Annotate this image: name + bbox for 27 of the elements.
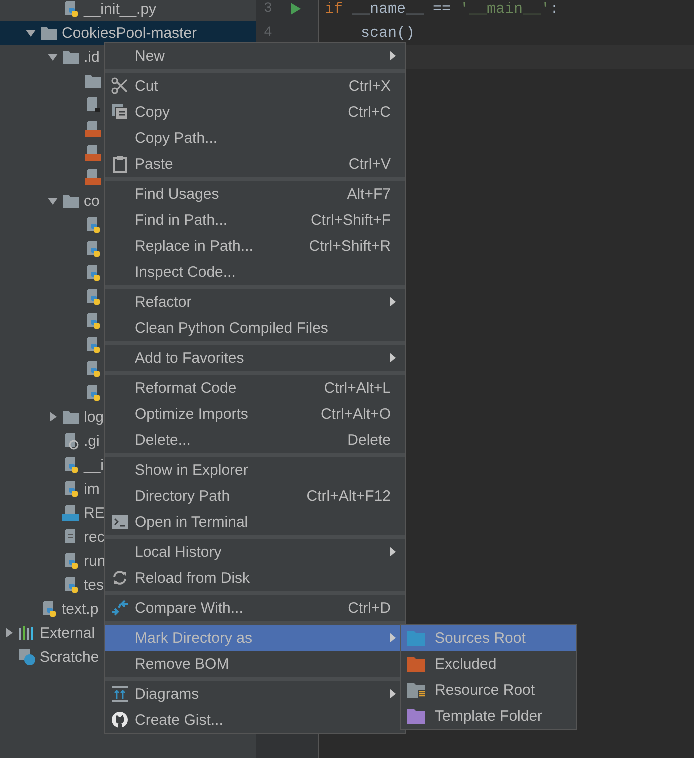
tree-item-label: External bbox=[40, 626, 96, 640]
tree-item-label: co bbox=[84, 194, 100, 208]
tree-item-label: log bbox=[84, 410, 104, 424]
tree-item-label: __i bbox=[84, 458, 104, 472]
shortcut-label: Ctrl+Alt+L bbox=[324, 380, 391, 396]
tree-item-label: CookiesPool-master bbox=[62, 26, 198, 40]
shortcut-label: Ctrl+V bbox=[348, 156, 391, 172]
code-line: scan() bbox=[360, 26, 416, 40]
shortcut-label: Ctrl+Alt+O bbox=[320, 406, 391, 422]
shortcut-label: Ctrl+Shift+F bbox=[310, 212, 391, 228]
tree-item-label: text.p bbox=[62, 602, 99, 616]
tree-item-label: im bbox=[84, 482, 100, 496]
shortcut-label: Ctrl+X bbox=[348, 78, 391, 94]
tree-item-label: tes bbox=[84, 578, 104, 592]
shortcut-label: Ctrl+Alt+F12 bbox=[306, 488, 391, 504]
shortcut-label: Ctrl+C bbox=[348, 104, 391, 120]
code-line: if __name__ == '__main__': bbox=[325, 2, 560, 16]
tree-item-label: Scratche bbox=[40, 650, 100, 664]
tree-item-label: __init__.py bbox=[84, 2, 157, 16]
shortcut-label: Ctrl+D bbox=[348, 600, 391, 616]
shortcut-label: Delete bbox=[348, 432, 391, 448]
tree-item-label: .gi bbox=[84, 434, 100, 448]
shortcut-label: Ctrl+Shift+R bbox=[309, 238, 391, 254]
tree-item-label: .id bbox=[84, 50, 100, 64]
tree-item-label: rec bbox=[84, 530, 105, 544]
shortcut-label: Alt+F7 bbox=[347, 186, 391, 202]
tree-item-label: RE bbox=[84, 506, 105, 520]
